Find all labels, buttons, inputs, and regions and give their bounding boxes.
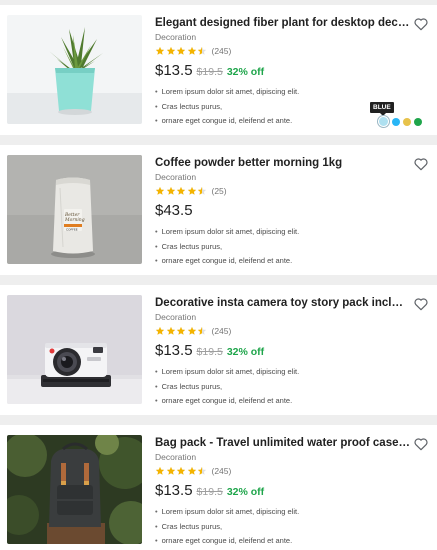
product-image[interactable]: Better Morning COFFEE [7,155,142,264]
star-filled-icon [155,46,165,55]
product-card[interactable]: Elegant designed fiber plant for desktop… [0,5,437,135]
star-filled-icon [187,326,196,335]
star-filled-icon [187,466,196,475]
feature-list: Lorem ipsum dolor sit amet, dipiscing el… [155,225,300,269]
review-count: (245) [211,326,232,336]
feature-item: Cras lectus purus, [155,380,299,395]
feature-list: Lorem ipsum dolor sit amet, dipiscing el… [155,85,300,129]
feature-item: Cras lectus purus, [155,520,299,535]
feature-item: Cras lectus purus, [155,240,299,255]
star-filled-icon [176,46,186,55]
svg-text:Morning: Morning [64,217,85,223]
star-rating [155,46,208,56]
product-card[interactable]: Better Morning COFFEE Coffee powder bett… [0,145,437,275]
discount: 32% off [226,346,265,358]
feature-item: Cras lectus purus, [155,100,299,115]
product-rating: (245) [155,465,231,477]
heart-icon[interactable] [413,436,429,452]
feature-item: ornare eget congue id, eleifend et ante. [155,254,299,269]
feature-item: Lorem ipsum dolor sit amet, dipiscing el… [155,225,300,240]
star-filled-icon [155,326,165,335]
star-filled-icon [166,466,175,475]
star-half-icon [197,186,207,195]
star-filled-icon [155,466,165,475]
product-image[interactable] [7,435,142,544]
review-count: (245) [211,46,232,56]
feature-item: Lorem ipsum dolor sit amet, dipiscing el… [155,365,300,380]
star-filled-icon [166,326,175,335]
star-filled-icon [187,186,196,195]
product-rating: (245) [155,45,231,57]
product-card[interactable]: Bag pack - Travel unlimited water proof … [0,425,437,550]
product-category: Decoration [155,452,197,462]
product-title[interactable]: Decorative insta camera toy story pack i… [155,297,410,309]
star-half-icon [197,466,207,475]
svg-text:COFFEE: COFFEE [66,228,78,232]
product-rating: (25) [155,185,227,197]
star-rating [155,466,208,476]
heart-icon[interactable] [413,16,429,32]
heart-icon[interactable] [413,296,429,312]
feature-item: Lorem ipsum dolor sit amet, dipiscing el… [155,85,300,100]
feature-list: Lorem ipsum dolor sit amet, dipiscing el… [155,365,300,409]
star-filled-icon [176,186,186,195]
price-row: $13.5 $19.5 32% off [155,482,264,499]
star-rating [155,326,208,336]
color-swatch[interactable] [403,117,411,126]
price: $13.5 [155,62,193,79]
original-price: $19.5 [196,486,223,498]
product-category: Decoration [155,32,197,42]
discount: 32% off [226,486,265,498]
product-image[interactable] [7,15,142,124]
discount: 32% off [226,66,265,78]
star-half-icon [197,326,207,335]
original-price: $19.5 [196,346,223,358]
review-count: (25) [211,186,227,196]
feature-item: ornare eget congue id, eleifend et ante. [155,534,299,549]
product-title[interactable]: Bag pack - Travel unlimited water proof … [155,437,410,449]
price-row: $13.5 $19.5 32% off [155,342,264,359]
product-category: Decoration [155,312,197,322]
star-filled-icon [187,46,196,55]
product-category: Decoration [155,172,197,182]
price-row: $13.5 $19.5 32% off [155,62,264,79]
color-tooltip: BLUE [370,102,394,116]
color-swatch[interactable] [392,117,400,126]
color-swatches [379,117,425,126]
star-filled-icon [166,46,175,55]
feature-item: ornare eget congue id, eleifend et ante. [155,114,299,129]
product-image[interactable] [7,295,142,404]
feature-item: ornare eget congue id, eleifend et ante. [155,394,299,409]
price: $43.5 [155,202,193,219]
price: $13.5 [155,342,193,359]
star-rating [155,186,208,196]
price: $13.5 [155,482,193,499]
product-title[interactable]: Coffee powder better morning 1kg [155,157,410,169]
product-card[interactable]: Decorative insta camera toy story pack i… [0,285,437,415]
heart-icon[interactable] [413,156,429,172]
star-filled-icon [176,466,186,475]
review-count: (245) [211,466,232,476]
price-row: $43.5 [155,202,193,219]
product-title[interactable]: Elegant designed fiber plant for desktop… [155,17,410,29]
color-swatch-selected[interactable] [379,117,388,126]
star-filled-icon [176,326,186,335]
star-half-icon [197,46,207,55]
feature-item: Lorem ipsum dolor sit amet, dipiscing el… [155,505,300,520]
star-filled-icon [166,186,175,195]
feature-list: Lorem ipsum dolor sit amet, dipiscing el… [155,505,300,549]
original-price: $19.5 [196,66,223,78]
product-rating: (245) [155,325,231,337]
star-filled-icon [155,186,165,195]
color-swatch[interactable] [414,117,422,126]
